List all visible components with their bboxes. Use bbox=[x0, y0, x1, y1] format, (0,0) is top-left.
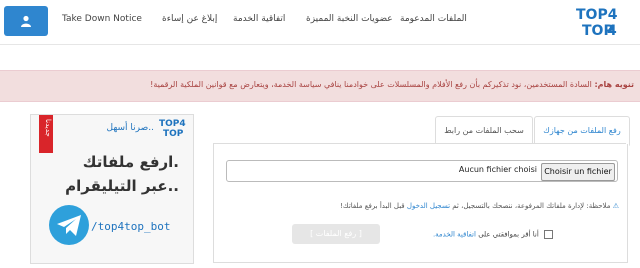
nav-report-abuse[interactable]: إبلاغ عن إساءة bbox=[162, 14, 217, 24]
alert-text: تنويه هام: السادة المستخدمين، نود تذكيرك… bbox=[150, 80, 634, 89]
telegram-banner-graphic: جديدنا TOP4 TOP صرنا أسهل.. ارفع ملفاتك.… bbox=[31, 115, 193, 263]
choose-file-button[interactable]: Choisir un fichier bbox=[541, 163, 615, 181]
telegram-banner[interactable]: جديدنا TOP4 TOP صرنا أسهل.. ارفع ملفاتك.… bbox=[30, 114, 194, 264]
nav-elite-memberships[interactable]: عضويات النخبة المميزة bbox=[306, 14, 393, 24]
svg-text:عبر التيليقرام..: عبر التيليقرام.. bbox=[65, 177, 179, 195]
nav-supported-files[interactable]: الملفات المدعومة bbox=[400, 14, 467, 24]
tab-upload-local[interactable]: رفع الملفات من جهازك bbox=[534, 116, 630, 146]
svg-text:جديدنا: جديدنا bbox=[44, 119, 52, 137]
user-menu-button[interactable] bbox=[4, 6, 48, 36]
warning-alert: تنويه هام: السادة المستخدمين، نود تذكيرك… bbox=[0, 70, 640, 102]
note-prefix: ملاحظة: لإدارة ملفاتك المرفوعة، ننصحك با… bbox=[452, 202, 611, 210]
svg-text:4: 4 bbox=[607, 23, 617, 38]
terms-link[interactable]: اتفاقية الخدمة. bbox=[433, 231, 476, 239]
upload-button[interactable]: [ رفع الملفات ] bbox=[292, 224, 380, 244]
upload-note: ⚠ ملاحظة: لإدارة ملفاتك المرفوعة، ننصحك … bbox=[340, 202, 619, 210]
terms-row: أنا أقر بموافقتي على اتفاقية الخدمة. bbox=[433, 230, 553, 239]
user-icon bbox=[21, 15, 31, 27]
nav-service-agreement[interactable]: اتفاقية الخدمة bbox=[233, 14, 285, 24]
svg-text:/top4top_bot: /top4top_bot bbox=[91, 220, 170, 233]
svg-text:صرنا أسهل..: صرنا أسهل.. bbox=[107, 121, 154, 133]
svg-text:TOP: TOP bbox=[163, 129, 184, 139]
login-link[interactable]: تسجيل الدخول bbox=[407, 202, 450, 210]
terms-prefix: أنا أقر بموافقتي على bbox=[478, 230, 539, 239]
file-input[interactable]: Aucun fichier choisi Choisir un fichier bbox=[226, 160, 618, 182]
info-icon: ⚠ bbox=[612, 202, 619, 210]
no-file-label: Aucun fichier choisi bbox=[458, 165, 537, 174]
top4top-logo[interactable]: TOP4 TOP 4 bbox=[574, 4, 628, 38]
terms-checkbox[interactable] bbox=[544, 230, 553, 239]
top-navbar: Take Down Notice إبلاغ عن إساءة اتفاقية … bbox=[0, 0, 640, 45]
svg-text:TOP4: TOP4 bbox=[576, 7, 618, 23]
svg-text:TOP4: TOP4 bbox=[159, 119, 186, 129]
note-suffix: قبل البدأ برفع ملفاتك! bbox=[340, 202, 405, 210]
upload-panel: Aucun fichier choisi Choisir un fichier … bbox=[213, 144, 628, 263]
alert-title: تنويه هام: bbox=[594, 80, 634, 89]
svg-text:ارفع ملفاتك.: ارفع ملفاتك. bbox=[83, 153, 179, 171]
alert-message: السادة المستخدمين، نود تذكيركم بأن رفع ا… bbox=[150, 80, 592, 89]
nav-takedown-notice[interactable]: Take Down Notice bbox=[62, 14, 142, 24]
tab-upload-link[interactable]: سحب الملفات من رابط bbox=[435, 116, 533, 144]
